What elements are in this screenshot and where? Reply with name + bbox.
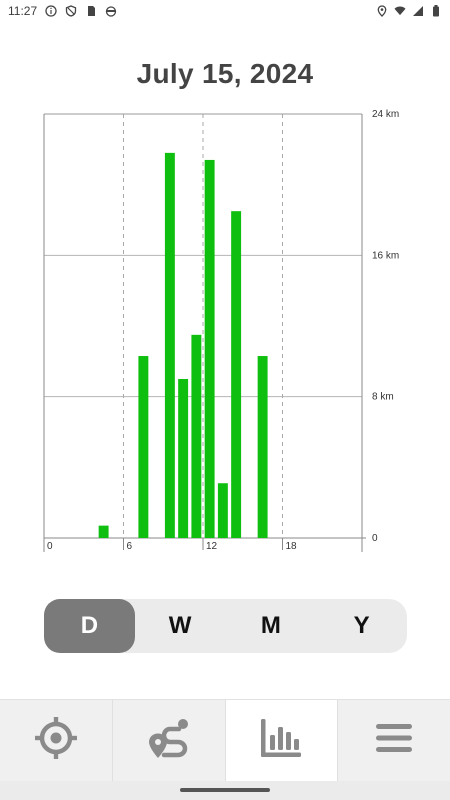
status-left: 11:27 bbox=[8, 4, 117, 18]
period-week-button[interactable]: W bbox=[135, 599, 226, 653]
status-bar: 11:27 bbox=[0, 0, 450, 22]
bottom-nav bbox=[0, 699, 450, 781]
route-icon bbox=[146, 715, 192, 766]
nav-location-button[interactable] bbox=[0, 700, 113, 781]
nav-routes-button[interactable] bbox=[112, 700, 226, 781]
y-tick-label: 8 km bbox=[372, 392, 394, 403]
distance-chart: 0 8 km 16 km 24 km 0 6 12 18 bbox=[0, 100, 450, 560]
sim-card-icon bbox=[85, 5, 97, 17]
shield-icon bbox=[65, 5, 77, 17]
bar-chart-icon bbox=[258, 715, 304, 766]
x-tick-label: 12 bbox=[206, 541, 218, 552]
status-time: 11:27 bbox=[8, 4, 38, 18]
x-tick-label: 0 bbox=[47, 541, 53, 552]
chart-bar bbox=[231, 211, 242, 538]
crosshair-icon bbox=[33, 715, 79, 766]
info-icon bbox=[45, 5, 57, 17]
chart-bar bbox=[204, 159, 215, 538]
cat-icon bbox=[105, 5, 117, 17]
nav-stats-button[interactable] bbox=[225, 700, 339, 781]
x-tick-label: 18 bbox=[286, 541, 298, 552]
chart-bar bbox=[98, 525, 109, 538]
signal-icon bbox=[412, 5, 424, 17]
chart-bar bbox=[257, 356, 268, 538]
chart-svg: 0 8 km 16 km 24 km 0 6 12 18 bbox=[43, 109, 399, 552]
chart-bar bbox=[217, 483, 228, 538]
chart-bar bbox=[191, 334, 202, 538]
y-tick-label: 0 bbox=[372, 533, 378, 544]
menu-icon bbox=[374, 718, 414, 763]
period-month-button[interactable]: M bbox=[226, 599, 317, 653]
wifi-icon bbox=[394, 5, 406, 17]
nav-menu-button[interactable] bbox=[338, 700, 450, 781]
location-icon bbox=[376, 5, 388, 17]
period-year-button[interactable]: Y bbox=[316, 599, 407, 653]
x-tick-label: 6 bbox=[127, 541, 133, 552]
y-tick-label: 24 km bbox=[372, 109, 399, 120]
battery-icon bbox=[430, 5, 442, 17]
chart-bar bbox=[138, 356, 149, 538]
gesture-handle[interactable] bbox=[180, 788, 270, 792]
period-day-button[interactable]: D bbox=[44, 599, 135, 653]
chart-bar bbox=[178, 379, 189, 538]
y-tick-label: 16 km bbox=[372, 250, 399, 261]
status-right bbox=[376, 5, 442, 17]
period-selector: D W M Y bbox=[44, 599, 407, 653]
chart-bar bbox=[164, 152, 175, 538]
date-title: July 15, 2024 bbox=[136, 58, 314, 89]
